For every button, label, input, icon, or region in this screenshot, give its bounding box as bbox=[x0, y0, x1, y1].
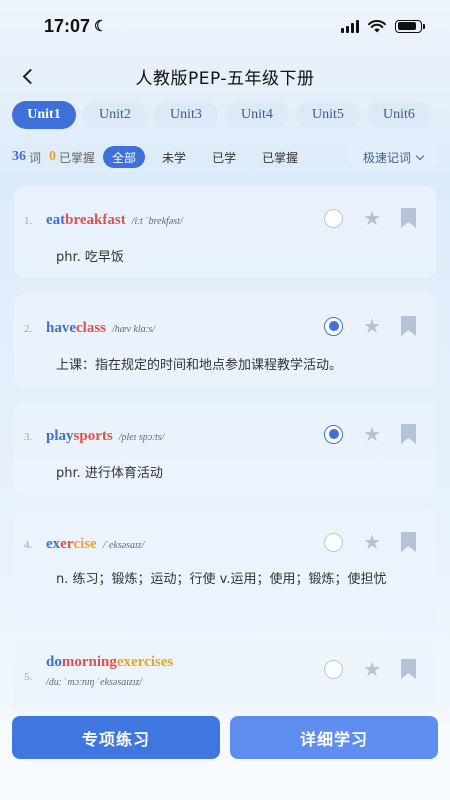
tab-unit3[interactable]: Unit3 bbox=[154, 101, 218, 129]
tab-unit2[interactable]: Unit2 bbox=[83, 101, 147, 129]
word-meaning: n. 练习；锻炼；运动；行使 v.运用；使用；锻炼；使担忧 bbox=[56, 572, 387, 587]
word-part: ex bbox=[46, 536, 61, 552]
special-practice-button[interactable]: 专项练习 bbox=[12, 716, 220, 759]
bookmark-icon[interactable] bbox=[401, 208, 416, 228]
word-card[interactable]: 1. eat breakfast /iːt ˈbrekfəst/ ★ phr. … bbox=[14, 186, 436, 278]
filter-bar: 36 词 0 已掌握 全部 未学 已学 已掌握 极速记词 bbox=[0, 142, 450, 172]
phonetic: /duː ˈmɔːnɪŋ ˈeksəsaɪzɪz/ bbox=[46, 677, 143, 688]
word-index: 1. bbox=[24, 215, 33, 227]
word-part: exercises bbox=[116, 654, 174, 670]
bookmark-icon[interactable] bbox=[401, 532, 416, 552]
status-icons bbox=[341, 19, 425, 33]
mark-learned-radio[interactable] bbox=[324, 532, 344, 552]
chevron-down-icon bbox=[415, 151, 425, 160]
signal-icon bbox=[341, 19, 359, 33]
moon-icon: ☾ bbox=[94, 18, 108, 35]
star-icon[interactable]: ★ bbox=[363, 208, 381, 228]
mark-learned-radio[interactable] bbox=[324, 659, 344, 679]
star-icon[interactable]: ★ bbox=[363, 659, 381, 679]
word-part: eat bbox=[46, 212, 66, 228]
word-index: 2. bbox=[24, 323, 33, 335]
word-index: 3. bbox=[24, 431, 33, 443]
back-icon bbox=[22, 68, 38, 84]
filter-learned[interactable]: 已学 bbox=[203, 146, 245, 168]
word-part: morning bbox=[61, 654, 117, 670]
star-icon[interactable]: ★ bbox=[363, 424, 381, 444]
word-actions: ★ bbox=[324, 659, 416, 679]
word-part: sports bbox=[73, 428, 113, 444]
tab-unit1[interactable]: Unit1 bbox=[12, 101, 76, 129]
word-head: 1. eat breakfast /iːt ˈbrekfəst/ bbox=[24, 212, 183, 229]
word-head: 3. play sports /pleɪ spɔːts/ bbox=[24, 428, 164, 445]
word-actions: ★ bbox=[324, 316, 416, 336]
status-time: 17:07 bbox=[44, 15, 91, 36]
phonetic: /pleɪ spɔːts/ bbox=[118, 432, 165, 443]
word-part: cise bbox=[73, 536, 97, 552]
mastered-label: 已掌握 bbox=[59, 150, 96, 165]
detailed-study-button[interactable]: 详细学习 bbox=[230, 716, 438, 759]
word-head: 4. ex er cise /ˈeksəsaɪz/ bbox=[24, 536, 144, 553]
total-count: 36 bbox=[12, 149, 26, 164]
word-part: do bbox=[46, 654, 62, 670]
word-part: class bbox=[76, 320, 106, 336]
star-icon[interactable]: ★ bbox=[363, 532, 381, 552]
word-meaning: phr. 进行体育活动 bbox=[56, 466, 163, 481]
word-meaning: 上课：指在规定的时间和地点参加课程教学活动。 bbox=[56, 358, 343, 373]
filter-all[interactable]: 全部 bbox=[103, 146, 146, 168]
speed-memorize-label: 极速记词 bbox=[362, 150, 411, 165]
word-card[interactable]: 2. have class /hæv klɑːs/ ★ 上课：指在规定的时间和地… bbox=[14, 294, 436, 388]
mastered-count: 0 bbox=[49, 149, 57, 164]
word-card[interactable]: 4. ex er cise /ˈeksəsaɪz/ ★ n. 练习；锻炼；运动；… bbox=[14, 510, 436, 626]
bookmark-icon[interactable] bbox=[401, 316, 416, 336]
total-label: 词 bbox=[29, 150, 42, 165]
bookmark-icon[interactable] bbox=[401, 659, 416, 679]
phonetic: /hæv klɑːs/ bbox=[112, 324, 156, 335]
phonetic: /ˈeksəsaɪz/ bbox=[102, 540, 145, 551]
word-index: 5. bbox=[24, 671, 33, 683]
unit-tabs: Unit1 Unit2 Unit3 Unit4 Unit5 Unit6 bbox=[12, 101, 431, 129]
tab-unit4[interactable]: Unit4 bbox=[225, 101, 289, 129]
wifi-icon bbox=[368, 19, 386, 32]
word-part: er bbox=[60, 536, 74, 552]
word-actions: ★ bbox=[324, 532, 416, 552]
word-part: have bbox=[46, 320, 76, 336]
word-part: breakfast bbox=[65, 212, 126, 228]
tab-unit6[interactable]: Unit6 bbox=[367, 101, 431, 129]
word-head: 5. do morning exercises bbox=[24, 654, 174, 683]
bookmark-icon[interactable] bbox=[401, 424, 416, 444]
tab-unit5[interactable]: Unit5 bbox=[296, 101, 360, 129]
phonetic: /iːt ˈbrekfəst/ bbox=[131, 216, 183, 227]
page-title: 人教版PEP-五年级下册 bbox=[135, 68, 315, 89]
star-icon[interactable]: ★ bbox=[363, 316, 381, 336]
speed-memorize-button[interactable]: 极速记词 bbox=[348, 144, 438, 170]
word-card[interactable]: 3. play sports /pleɪ spɔːts/ ★ phr. 进行体育… bbox=[14, 402, 436, 496]
battery-icon bbox=[395, 19, 425, 33]
word-head: 2. have class /hæv klɑːs/ bbox=[24, 320, 155, 337]
word-actions: ★ bbox=[324, 208, 416, 228]
filter-mastered[interactable]: 已掌握 bbox=[253, 146, 307, 168]
mark-learned-radio[interactable] bbox=[324, 424, 344, 444]
status-bar: 17:07 ☾ bbox=[0, 0, 450, 52]
mark-learned-radio[interactable] bbox=[324, 208, 344, 228]
nav-bar: 人教版PEP-五年级下册 bbox=[0, 58, 450, 94]
word-index: 4. bbox=[24, 539, 33, 551]
back-button[interactable] bbox=[14, 62, 42, 90]
word-meaning: phr. 吃早饭 bbox=[56, 250, 124, 265]
word-actions: ★ bbox=[324, 424, 416, 444]
word-part: play bbox=[46, 428, 74, 444]
mark-learned-radio[interactable] bbox=[324, 316, 344, 336]
filter-unlearned[interactable]: 未学 bbox=[153, 146, 195, 168]
